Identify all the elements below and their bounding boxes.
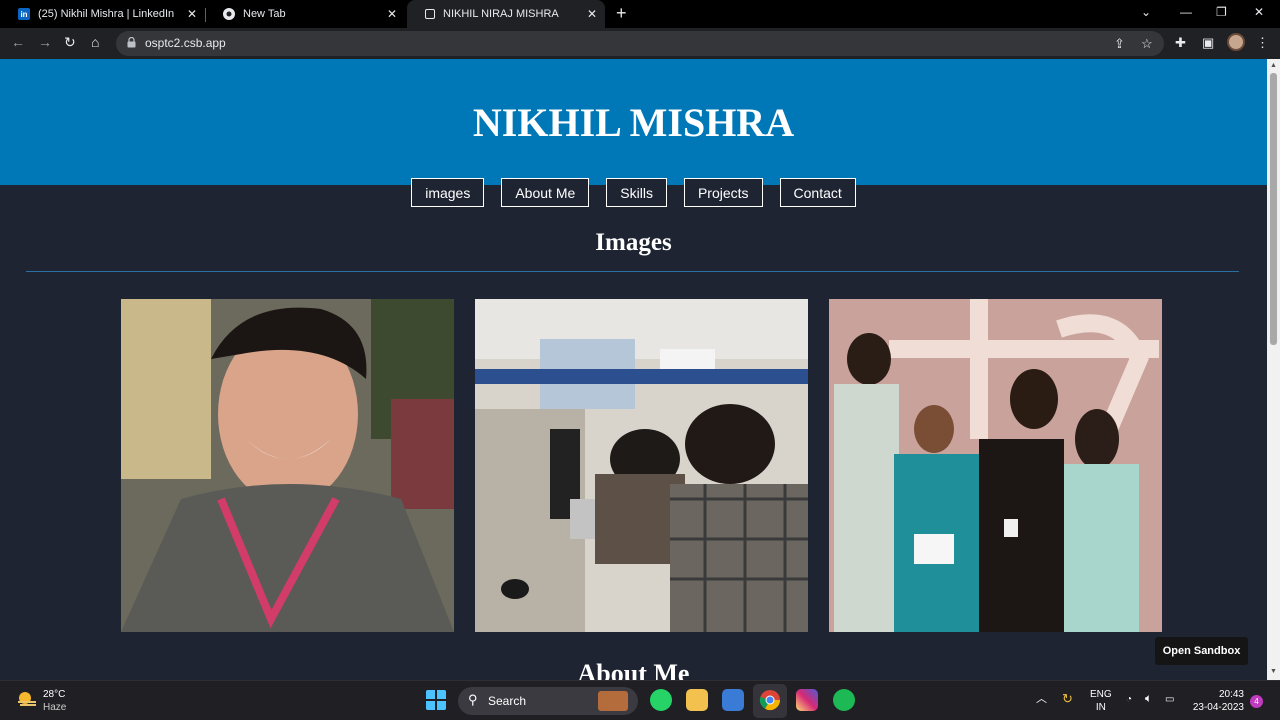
clock-time: 20:43 xyxy=(1218,689,1244,700)
windows-taskbar: 28°C Haze ⚲ Search ︿ ↻ ENG IN ◔ 🔈︎ ▭ 20:… xyxy=(0,680,1280,720)
search-label: Search xyxy=(488,694,527,708)
notification-badge[interactable]: 4 xyxy=(1250,695,1263,708)
page-viewport: NIKHIL MISHRA images About Me Skills Pro… xyxy=(0,59,1267,680)
scrollbar-thumb[interactable] xyxy=(1270,73,1277,345)
file-explorer-icon[interactable] xyxy=(686,689,708,711)
clock-date: 23-04-2023 xyxy=(1192,702,1244,713)
search-icon: ⚲ xyxy=(468,692,478,707)
page-scrollbar[interactable]: ▲ ▼ xyxy=(1267,59,1280,680)
address-bar[interactable]: osptc2.csb.app ⇪ ☆ xyxy=(116,31,1164,56)
nav-images[interactable]: images xyxy=(411,178,485,207)
chevron-up-icon[interactable]: ︿ xyxy=(1036,693,1047,706)
close-icon[interactable]: ✕ xyxy=(587,7,597,21)
section-divider xyxy=(26,271,1239,272)
weather-temp: 28°C xyxy=(43,689,66,700)
language-indicator[interactable]: ENG IN xyxy=(1090,688,1112,714)
tab-search-icon[interactable]: ⌄ xyxy=(1141,5,1151,19)
minimize-icon[interactable]: — xyxy=(1180,5,1192,19)
scroll-down-icon[interactable]: ▼ xyxy=(1270,668,1277,675)
weather-widget[interactable]: 28°C Haze xyxy=(43,688,66,714)
bookmark-star-icon[interactable]: ☆ xyxy=(1141,36,1153,52)
weather-desc: Haze xyxy=(43,702,67,713)
maximize-icon[interactable]: ❐ xyxy=(1216,5,1227,19)
tab-title: New Tab xyxy=(243,8,286,20)
award-ceremony-photo xyxy=(829,299,1162,632)
tab-new-tab[interactable]: New Tab ✕ xyxy=(205,0,405,28)
clock[interactable]: 20:43 23-04-2023 xyxy=(1188,688,1244,714)
weather-haze-icon[interactable] xyxy=(16,690,38,708)
back-icon[interactable]: ← xyxy=(11,34,25,50)
side-panel-icon[interactable]: ▣ xyxy=(1202,35,1214,51)
nav-about-me[interactable]: About Me xyxy=(501,178,590,207)
start-icon[interactable] xyxy=(425,689,447,711)
tab-portfolio[interactable]: NIKHIL NIRAJ MISHRA ✕ xyxy=(407,0,605,28)
nav-projects[interactable]: Projects xyxy=(683,178,763,207)
chrome-taskbar-icon[interactable] xyxy=(759,689,781,711)
volume-icon[interactable]: 🔈︎ xyxy=(1145,692,1152,705)
wifi-icon[interactable]: ◔ xyxy=(1126,693,1132,706)
taskbar-search[interactable]: ⚲ Search xyxy=(458,687,638,715)
site-title: NIKHIL MISHRA xyxy=(472,100,795,145)
forward-icon[interactable]: → xyxy=(38,34,52,50)
browser-toolbar: ← → ↻ ⌂ osptc2.csb.app ⇪ ☆ ✚ ▣ ⋮ xyxy=(0,28,1280,59)
about-heading: About Me xyxy=(577,659,690,680)
open-sandbox-button[interactable]: Open Sandbox xyxy=(1155,637,1248,665)
search-highlight-icon xyxy=(598,691,628,711)
reload-icon[interactable]: ↻ xyxy=(64,34,76,51)
battery-icon[interactable]: ▭ xyxy=(1165,693,1174,706)
extensions-icon[interactable]: ✚ xyxy=(1175,35,1186,51)
profile-avatar[interactable] xyxy=(1227,33,1245,51)
nav-contact[interactable]: Contact xyxy=(779,178,856,207)
tab-title: (25) Nikhil Mishra | LinkedIn xyxy=(38,8,175,20)
url-text: osptc2.csb.app xyxy=(145,36,226,50)
scroll-up-icon[interactable]: ▲ xyxy=(1270,62,1277,69)
microsoft-store-icon[interactable] xyxy=(722,689,744,711)
portrait-photo xyxy=(121,299,454,632)
codesandbox-icon xyxy=(425,9,435,19)
new-tab-button[interactable]: + xyxy=(616,3,627,24)
window-close-icon[interactable]: ✕ xyxy=(1254,5,1264,19)
nav-skills[interactable]: Skills xyxy=(606,178,667,207)
close-icon[interactable]: ✕ xyxy=(387,7,397,21)
close-icon[interactable]: ✕ xyxy=(187,7,197,21)
whatsapp-icon[interactable] xyxy=(650,689,672,711)
site-header: NIKHIL MISHRA xyxy=(0,59,1267,185)
instagram-icon[interactable] xyxy=(796,689,818,711)
menu-icon[interactable]: ⋮ xyxy=(1256,35,1269,51)
language-top: ENG xyxy=(1090,689,1112,700)
share-icon[interactable]: ⇪ xyxy=(1114,36,1125,52)
lock-icon xyxy=(127,37,136,48)
site-nav: images About Me Skills Projects Contact xyxy=(0,178,1267,207)
spotify-icon[interactable] xyxy=(833,689,855,711)
computer-lab-photo xyxy=(475,299,808,632)
browser-tab-strip: in (25) Nikhil Mishra | LinkedIn ✕ New T… xyxy=(0,0,1280,28)
tab-title: NIKHIL NIRAJ MISHRA xyxy=(443,8,559,20)
update-icon[interactable]: ↻ xyxy=(1062,692,1073,705)
tab-linkedin[interactable]: in (25) Nikhil Mishra | LinkedIn ✕ xyxy=(0,0,205,28)
language-bottom: IN xyxy=(1095,702,1106,713)
linkedin-icon: in xyxy=(18,8,30,20)
images-heading: Images xyxy=(595,229,672,256)
chrome-icon xyxy=(223,8,235,20)
home-icon[interactable]: ⌂ xyxy=(91,34,99,50)
